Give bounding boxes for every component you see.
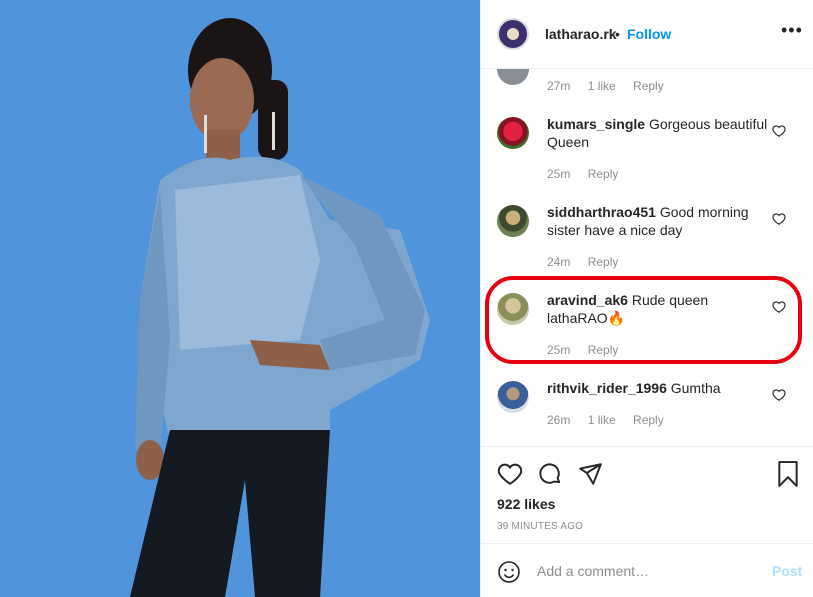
like-icon[interactable] bbox=[497, 461, 523, 487]
comment-text: kumars_single Gorgeous beautiful Queen bbox=[547, 115, 769, 151]
commenter-username[interactable]: kumars_single bbox=[547, 116, 645, 132]
comment-text: siddharthrao451 Good morning sister have… bbox=[547, 203, 769, 239]
more-options-icon[interactable]: ••• bbox=[781, 20, 803, 41]
reply-button[interactable]: Reply bbox=[633, 413, 664, 427]
comment-meta: 25m Reply bbox=[547, 167, 632, 181]
comment-meta: 26m 1 like Reply bbox=[547, 413, 678, 427]
comments-list[interactable]: 27m 1 like Reply kumars_single Gorgeous … bbox=[481, 69, 813, 446]
emoji-icon[interactable] bbox=[497, 560, 521, 584]
comment-input[interactable]: Add a comment… bbox=[537, 563, 649, 579]
post-actions: 922 likes 39 MINUTES AGO bbox=[481, 446, 813, 532]
author-avatar[interactable] bbox=[497, 18, 529, 50]
like-heart-icon[interactable] bbox=[772, 388, 786, 402]
commenter-avatar[interactable] bbox=[497, 69, 529, 85]
post-button[interactable]: Post bbox=[772, 563, 802, 579]
comment-text: rithvik_rider_1996 Gumtha bbox=[547, 379, 769, 397]
likes-count[interactable]: 922 likes bbox=[497, 496, 555, 512]
share-icon[interactable] bbox=[577, 461, 603, 487]
separator-dot: • bbox=[615, 26, 620, 42]
comment-likes[interactable]: 1 like bbox=[588, 79, 616, 93]
like-heart-icon[interactable] bbox=[772, 124, 786, 138]
reply-button[interactable]: Reply bbox=[633, 79, 664, 93]
author-username[interactable]: latharao.rk bbox=[545, 26, 617, 42]
comment-icon[interactable] bbox=[537, 461, 563, 487]
add-comment-bar: Add a comment… Post bbox=[481, 543, 813, 597]
reply-button[interactable]: Reply bbox=[588, 255, 619, 269]
follow-button[interactable]: Follow bbox=[627, 26, 671, 42]
highlight-annotation bbox=[485, 276, 802, 364]
person-photo bbox=[0, 0, 480, 597]
comment-time: 24m bbox=[547, 255, 571, 269]
like-heart-icon[interactable] bbox=[772, 212, 786, 226]
post-header: latharao.rk • Follow ••• bbox=[481, 0, 813, 69]
comment-likes[interactable]: 1 like bbox=[588, 413, 616, 427]
commenter-avatar[interactable] bbox=[497, 117, 529, 149]
commenter-username[interactable]: siddharthrao451 bbox=[547, 204, 656, 220]
comment-time: 27m bbox=[547, 79, 571, 93]
comment-meta: 27m 1 like Reply bbox=[547, 79, 678, 93]
bookmark-icon[interactable] bbox=[777, 461, 799, 487]
commenter-avatar[interactable] bbox=[497, 381, 529, 413]
comment-time: 26m bbox=[547, 413, 571, 427]
commenter-username[interactable]: rithvik_rider_1996 bbox=[547, 380, 667, 396]
comment-time: 25m bbox=[547, 167, 571, 181]
reply-button[interactable]: Reply bbox=[588, 167, 619, 181]
post-timestamp: 39 MINUTES AGO bbox=[497, 521, 584, 532]
comment-meta: 24m Reply bbox=[547, 255, 632, 269]
commenter-avatar[interactable] bbox=[497, 205, 529, 237]
post-photo bbox=[0, 0, 480, 597]
comment-body: Gumtha bbox=[670, 380, 721, 396]
